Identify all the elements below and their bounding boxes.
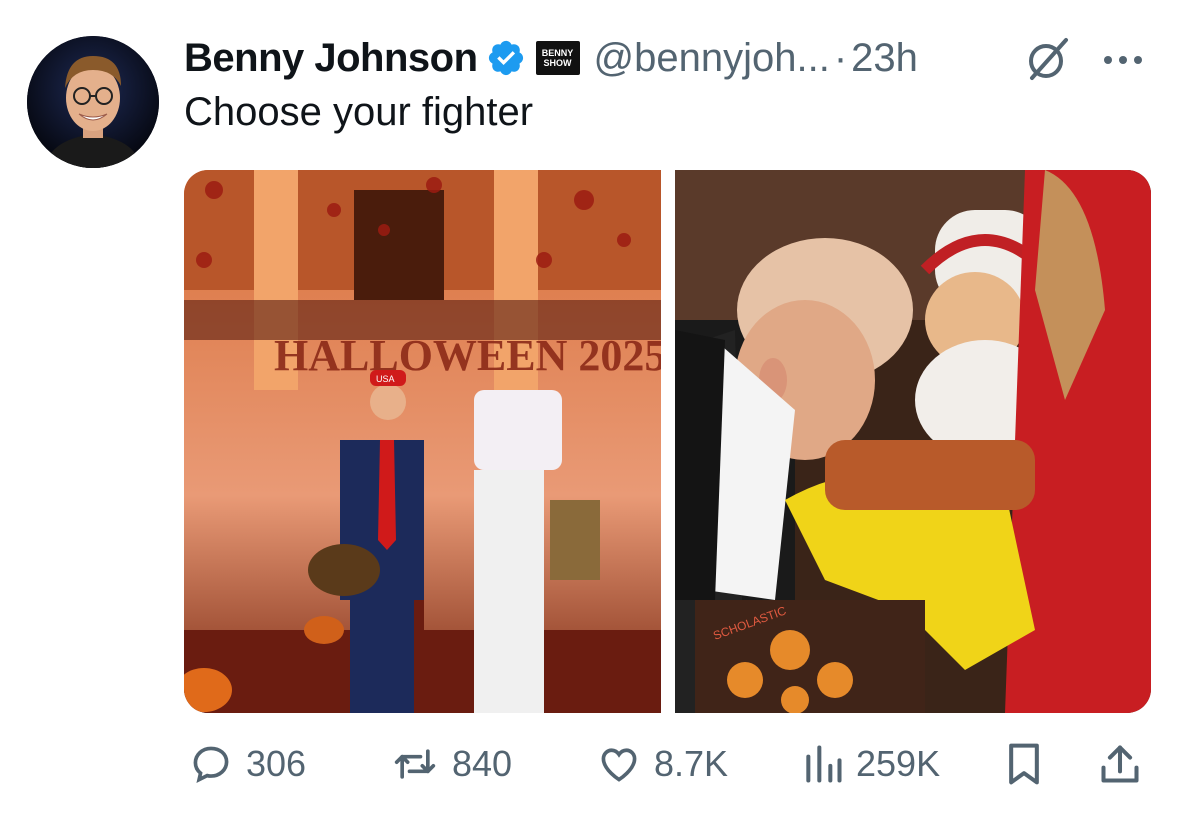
author-handle[interactable]: @bennyjoh... <box>594 36 830 81</box>
biden-photo: SCHOLASTIC <box>674 170 1151 713</box>
author-name[interactable]: Benny Johnson <box>184 36 478 81</box>
avatar-image <box>27 36 159 168</box>
bookmark-button[interactable] <box>1004 734 1044 794</box>
tweet-actions: 306 840 8.7K 259K <box>0 734 1179 794</box>
heart-icon <box>601 748 637 782</box>
reply-icon <box>193 746 229 783</box>
media-photo-1[interactable]: HALLOWEEN 2025 USA <box>184 170 661 713</box>
repost-count: 840 <box>452 743 513 784</box>
media-photo-2[interactable]: SCHOLASTIC <box>674 170 1152 713</box>
like-count: 8.7K <box>654 743 729 784</box>
avatar[interactable] <box>27 36 159 168</box>
media-grid: HALLOWEEN 2025 USA SCHOLASTIC <box>184 170 1151 713</box>
halloween-photo: HALLOWEEN 2025 USA <box>184 170 661 713</box>
tweet-timestamp[interactable]: 23h <box>851 36 918 81</box>
views-icon <box>806 745 842 783</box>
more-icon[interactable] <box>1098 40 1148 80</box>
tweet-text: Choose your fighter <box>184 90 534 134</box>
reply-button[interactable]: 306 <box>186 734 306 794</box>
repost-button[interactable]: 840 <box>388 734 512 794</box>
verified-badge-icon <box>488 40 523 76</box>
halloween-sign: HALLOWEEN 2025 <box>274 331 661 380</box>
badge-line-1: BENNY <box>541 48 574 58</box>
header-separator: · <box>833 35 848 80</box>
share-button[interactable] <box>1098 734 1142 794</box>
grok-icon[interactable] <box>1022 34 1074 84</box>
share-icon <box>1101 745 1139 783</box>
views-button[interactable]: 259K <box>800 734 940 794</box>
bookmark-icon <box>1009 743 1039 785</box>
hat-text: USA <box>376 374 395 384</box>
like-button[interactable]: 8.7K <box>594 734 728 794</box>
tweet-header: Benny Johnson BENNY SHOW @bennyjoh... · … <box>184 30 918 86</box>
badge-line-2: SHOW <box>543 58 572 68</box>
repost-icon <box>394 749 436 779</box>
affiliate-badge[interactable]: BENNY SHOW <box>535 41 580 75</box>
reply-count: 306 <box>246 743 307 784</box>
views-count: 259K <box>856 743 941 784</box>
